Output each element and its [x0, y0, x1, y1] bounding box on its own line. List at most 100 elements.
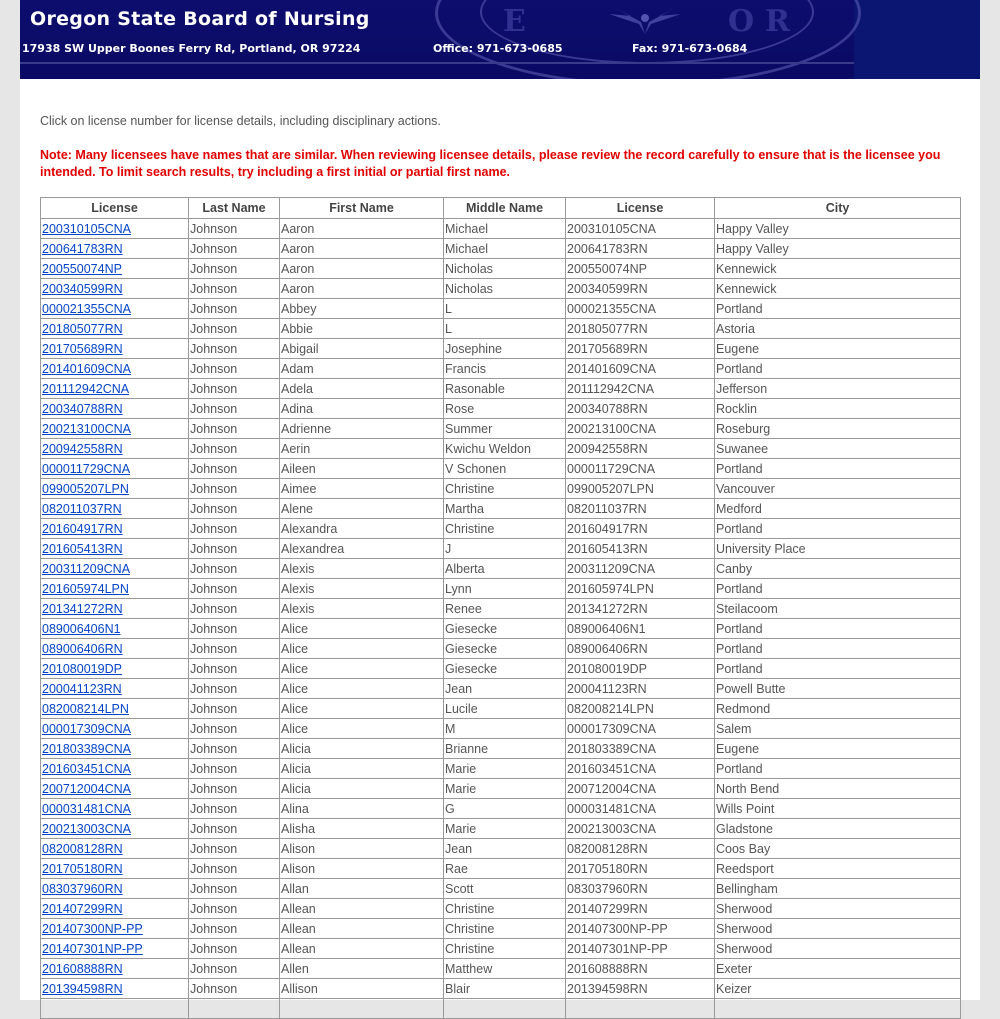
license-cell: 099005207LPN [565, 478, 715, 499]
license-link[interactable]: 200942558RN [42, 442, 123, 456]
license-cell-link-container: 000021355CNA [40, 298, 189, 319]
last-name-cell: Johnson [188, 718, 280, 739]
license-link[interactable]: 200712004CNA [42, 782, 131, 796]
col-header-license: License [40, 197, 189, 219]
table-row: 200942558RN Johnson Aerin Kwichu Weldon 2009… [40, 438, 961, 459]
license-link[interactable]: 082011037RN [42, 502, 122, 516]
city-cell: University Place [714, 538, 961, 559]
license-link[interactable]: 200340788RN [42, 402, 123, 416]
first-name-cell: Adam [279, 358, 444, 379]
license-link[interactable]: 201407301NP-PP [42, 942, 143, 956]
license-link[interactable]: 082008128RN [42, 842, 123, 856]
license-link[interactable]: 000031481CNA [42, 802, 131, 816]
license-cell-link-container: 089006406RN [40, 638, 189, 659]
city-cell: Steilacoom [714, 598, 961, 619]
city-cell: Portland [714, 578, 961, 599]
license-link[interactable]: 200213100CNA [42, 422, 131, 436]
license-cell-link-container: 200340599RN [40, 278, 189, 299]
license-link[interactable]: 201112942CNA [42, 382, 129, 396]
license-cell: 200311209CNA [565, 558, 715, 579]
table-row: 200712004CNA Johnson Alicia Marie 200712004C… [40, 778, 961, 799]
last-name-cell: Johnson [188, 958, 280, 979]
license-link[interactable]: 201608888RN [42, 962, 123, 976]
license-link[interactable]: 201605974LPN [42, 582, 129, 596]
license-link[interactable]: 089006406RN [42, 642, 123, 656]
license-link[interactable]: 201805077RN [42, 322, 123, 336]
license-link[interactable]: 083037960RN [42, 882, 123, 896]
license-link[interactable]: 200310105CNA [42, 222, 131, 236]
middle-name-cell: Matthew [443, 958, 566, 979]
license-link[interactable]: 099005207LPN [42, 482, 129, 496]
city-cell: Wills Point [714, 798, 961, 819]
license-cell: 200712004CNA [565, 778, 715, 799]
table-row: 201401609CNA Johnson Adam Francis 201401609C… [40, 358, 961, 379]
license-link[interactable]: 000017309CNA [42, 722, 131, 736]
license-link[interactable]: 201407300NP-PP [42, 922, 143, 936]
license-cell-link-container: 099005207LPN [40, 478, 189, 499]
license-link[interactable]: 201605413RN [42, 542, 123, 556]
table-row: 000017309CNA Johnson Alice M 000017309CNA Sal… [40, 718, 961, 739]
license-link[interactable]: 201705180RN [42, 862, 123, 876]
city-cell: Jefferson [714, 378, 961, 399]
city-cell: Eugene [714, 738, 961, 759]
middle-name-cell: Marie [443, 818, 566, 839]
middle-name-cell: Francis [443, 358, 566, 379]
city-cell: Portland [714, 518, 961, 539]
license-cell: 201407300NP-PP [565, 918, 715, 939]
last-name-cell: Johnson [188, 978, 280, 999]
license-link[interactable]: 200311209CNA [42, 562, 130, 576]
first-name-cell: Alexis [279, 598, 444, 619]
last-name-cell: Johnson [188, 498, 280, 519]
license-link[interactable]: 082008214LPN [42, 702, 129, 716]
header-address: 17938 SW Upper Boones Ferry Rd, Portland… [22, 42, 361, 55]
col-header-license-number: License [565, 197, 715, 219]
license-link[interactable]: 089006406N1 [42, 622, 121, 636]
license-cell-link-container: 200712004CNA [40, 778, 189, 799]
city-cell: Portland [714, 298, 961, 319]
middle-name-cell: Nicholas [443, 258, 566, 279]
first-name-cell: Alexis [279, 578, 444, 599]
first-name-cell: Alice [279, 678, 444, 699]
first-name-cell: Alison [279, 858, 444, 879]
license-link[interactable]: 200041123RN [42, 682, 122, 696]
license-link[interactable]: 201803389CNA [42, 742, 131, 756]
city-cell: Keizer [714, 978, 961, 999]
middle-name-cell: Alberta [443, 558, 566, 579]
license-cell: 201803389CNA [565, 738, 715, 759]
city-cell: Portland [714, 618, 961, 639]
license-link[interactable]: 201394598RN [42, 982, 123, 996]
middle-name-cell: Blair [443, 978, 566, 999]
last-name-cell: Johnson [188, 238, 280, 259]
license-link[interactable]: 201341272RN [42, 602, 123, 616]
license-link[interactable]: 201401609CNA [42, 362, 131, 376]
license-link[interactable]: 000021355CNA [42, 302, 131, 316]
last-name-cell: Johnson [188, 318, 280, 339]
license-link[interactable]: 200213003CNA [42, 822, 131, 836]
table-row: 201394598RN Johnson Allison Blair 201394598R… [40, 978, 961, 999]
license-cell-link-container: 082008214LPN [40, 698, 189, 719]
city-cell: Canby [714, 558, 961, 579]
first-name-cell: Alice [279, 718, 444, 739]
first-name-cell: Alicia [279, 758, 444, 779]
city-cell: Medford [714, 498, 961, 519]
license-link[interactable]: 000011729CNA [42, 462, 130, 476]
license-cell: 083037960RN [565, 878, 715, 899]
last-name-cell: Johnson [188, 538, 280, 559]
license-link[interactable]: 201705689RN [42, 342, 123, 356]
middle-name-cell: G [443, 798, 566, 819]
license-link[interactable]: 200641783RN [42, 242, 123, 256]
last-name-cell: Johnson [188, 598, 280, 619]
last-name-cell: Johnson [188, 438, 280, 459]
license-link[interactable]: 201603451CNA [42, 762, 131, 776]
license-link[interactable]: 201407299RN [42, 902, 123, 916]
license-cell-link-container: 200550074NP [40, 258, 189, 279]
license-cell: 201608888RN [565, 958, 715, 979]
middle-name-cell: Rose [443, 398, 566, 419]
city-cell: Portland [714, 758, 961, 779]
license-link[interactable]: 201604917RN [42, 522, 123, 536]
license-link[interactable]: 201080019DP [42, 662, 122, 676]
license-link[interactable]: 200550074NP [42, 262, 122, 276]
license-cell-link-container: 201608888RN [40, 958, 189, 979]
city-cell: Kennewick [714, 278, 961, 299]
license-link[interactable]: 200340599RN [42, 282, 123, 296]
